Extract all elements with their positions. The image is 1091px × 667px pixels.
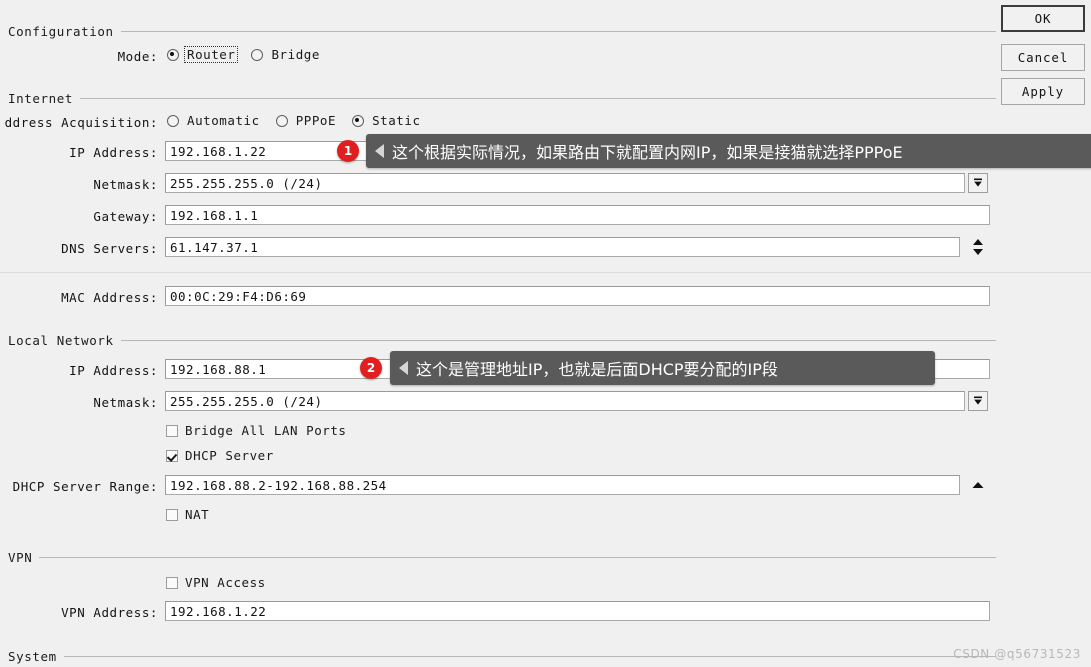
checkbox-dhcp-server-label: DHCP Server [185,448,274,463]
group-label-configuration: Configuration [8,23,114,39]
internet-ip-address-label: IP Address: [69,145,158,160]
internet-netmask-input[interactable] [165,173,965,193]
vpn-address-input[interactable] [165,601,990,621]
checkbox-nat-label: NAT [185,507,210,522]
up-down-spinner-icon[interactable] [968,237,988,257]
internet-netmask-label: Netmask: [93,177,158,192]
callout-tooltip-2: 这个是管理地址IP，也就是后面DHCP要分配的IP段 [390,351,935,385]
radio-off-icon [167,114,179,127]
local-ip-address-label: IP Address: [69,363,158,378]
radio-acquisition-static-label: Static [372,113,421,128]
divider-internet-mac [0,272,1091,273]
radio-acquisition-static[interactable]: Static [352,113,422,128]
radio-off-icon [275,114,288,127]
internet-gateway-label: Gateway: [93,209,158,224]
mode-radio-group[interactable]: Router Bridge [167,46,336,63]
callout-pointer-icon [399,361,408,375]
up-arrow-icon[interactable] [968,475,988,495]
callout-tooltip-2-text: 这个是管理地址IP，也就是后面DHCP要分配的IP段 [416,360,778,379]
checkbox-vpn-access-label: VPN Access [185,575,266,590]
group-rule [63,655,996,657]
watermark: CSDN @q56731523 [953,647,1081,661]
checkbox-bridge-all-lan-ports[interactable]: Bridge All LAN Ports [166,423,347,438]
dhcp-server-range-label: DHCP Server Range: [12,479,158,494]
group-label-vpn: VPN [8,549,33,565]
radio-acquisition-pppoe-label: PPPoE [295,113,337,128]
group-rule [39,556,996,558]
group-label-system: System [8,648,57,664]
vpn-address-label: VPN Address: [61,605,158,620]
group-label-local-network: Local Network [8,332,114,348]
checkbox-vpn-access[interactable]: VPN Access [166,575,266,590]
radio-mode-bridge[interactable]: Bridge [251,47,321,62]
internet-dns-servers-input[interactable] [165,237,960,257]
callout-tooltip-1-text: 这个根据实际情况，如果路由下就配置内网IP，如果是接猫就选择PPPoE [392,143,903,162]
checkbox-checked-icon [166,449,178,462]
checkbox-nat[interactable]: NAT [166,507,209,522]
group-header-local-network: Local Network [8,332,996,348]
internet-dns-servers-label: DNS Servers: [61,241,158,256]
group-header-system: System [8,648,996,664]
mac-address-label: MAC Address: [61,290,158,305]
local-netmask-input[interactable] [165,391,965,411]
checkbox-unchecked-icon [166,424,178,437]
checkbox-unchecked-icon [166,576,178,589]
apply-button[interactable]: Apply [1001,78,1085,105]
cancel-button[interactable]: Cancel [1001,44,1085,71]
radio-acquisition-automatic[interactable]: Automatic [167,113,262,128]
radio-mode-router[interactable]: Router [167,46,239,63]
radio-mode-bridge-label: Bridge [271,47,320,62]
radio-on-icon [167,48,179,61]
radio-off-icon [251,48,264,61]
radio-acquisition-pppoe[interactable]: PPPoE [275,113,338,128]
local-netmask-label: Netmask: [93,395,158,410]
callout-pointer-icon [375,144,384,158]
radio-on-icon [352,114,365,127]
group-rule [120,30,996,32]
checkbox-bridge-all-lan-ports-label: Bridge All LAN Ports [185,423,347,438]
group-header-internet: Internet [8,90,996,106]
radio-mode-router-label: Router [183,46,239,63]
radio-acquisition-automatic-label: Automatic [187,113,260,128]
internet-gateway-input[interactable] [165,205,990,225]
callout-badge-2: 2 [360,357,382,379]
callout-badge-1: 1 [337,140,359,162]
group-header-configuration: Configuration [8,23,996,39]
callout-tooltip-1: 这个根据实际情况，如果路由下就配置内网IP，如果是接猫就选择PPPoE [366,134,1091,168]
address-acquisition-radio-group[interactable]: Automatic PPPoE Static [167,113,437,128]
group-rule [80,97,996,99]
group-label-internet: Internet [8,90,74,106]
checkbox-unchecked-icon [166,508,178,521]
group-rule [120,339,996,341]
ok-button[interactable]: OK [1001,5,1085,32]
mac-address-input[interactable] [165,286,990,306]
group-header-vpn: VPN [8,549,996,565]
address-acquisition-label: ddress Acquisition: [4,115,158,130]
dhcp-server-range-input[interactable] [165,475,960,495]
dropdown-arrow-icon[interactable] [968,173,988,193]
dropdown-arrow-icon[interactable] [968,391,988,411]
checkbox-dhcp-server[interactable]: DHCP Server [166,448,274,463]
mode-label: Mode: [117,49,158,64]
